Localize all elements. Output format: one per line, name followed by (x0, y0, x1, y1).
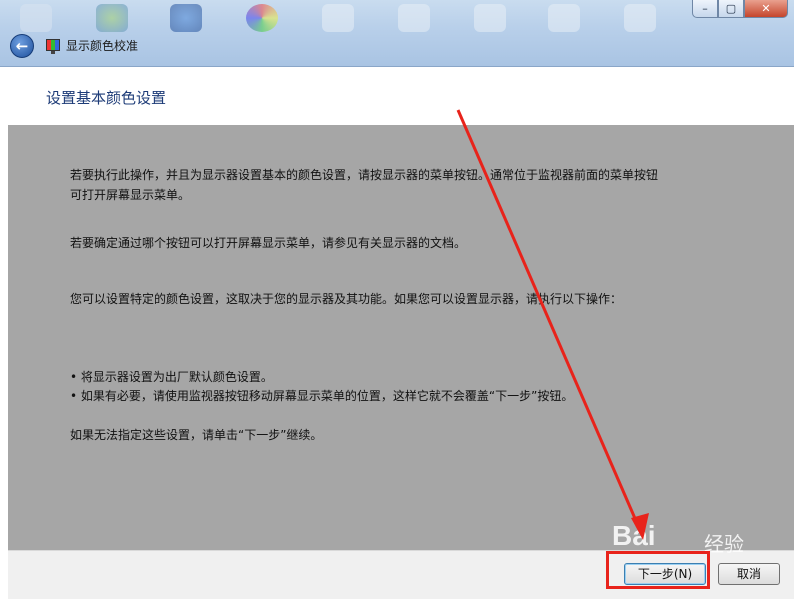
bullet-item: • 如果有必要，请使用监视器按钮移动屏幕显示菜单的位置，这样它就不会覆盖“下一步… (70, 389, 574, 403)
instruction-text: 如果无法指定这些设置，请单击“下一步”继续。 (70, 428, 323, 442)
monitor-icon (46, 39, 60, 54)
instruction-text: 可打开屏幕显示菜单。 (70, 188, 191, 202)
page-header: 设置基本颜色设置 (8, 67, 794, 125)
desktop-icon (96, 4, 128, 32)
bullet-item: • 将显示器设置为出厂默认颜色设置。 (70, 370, 273, 384)
desktop-icon (20, 4, 52, 32)
maximize-button[interactable]: ▢ (718, 0, 744, 18)
instruction-text: 若要确定通过哪个按钮可以打开屏幕显示菜单，请参见有关显示器的文档。 (70, 236, 467, 250)
back-arrow-icon[interactable]: ← (10, 34, 34, 58)
close-button[interactable]: ✕ (744, 0, 788, 18)
desktop-icon (624, 4, 656, 32)
desktop-icon (398, 4, 430, 32)
minimize-button[interactable]: – (692, 0, 718, 18)
desktop-icon (170, 4, 202, 32)
watermark-logo: Bai (612, 520, 656, 551)
page-title: 设置基本颜色设置 (46, 89, 167, 107)
instruction-text: 您可以设置特定的颜色设置，这取决于您的显示器及其功能。如果您可以设置显示器，请执… (70, 292, 623, 306)
desktop-icon (548, 4, 580, 32)
desktop-icon (246, 4, 278, 32)
desktop-icons-background (0, 0, 690, 34)
instructions-panel: 若要执行此操作，并且为显示器设置基本的颜色设置，请按显示器的菜单按钮。通常位于监… (8, 125, 794, 550)
window-title: 显示颜色校准 (66, 39, 139, 53)
desktop-icon (474, 4, 506, 32)
cancel-button[interactable]: 取消 (718, 563, 780, 585)
desktop-icon (322, 4, 354, 32)
instruction-text: 若要执行此操作，并且为显示器设置基本的颜色设置，请按显示器的菜单按钮。通常位于监… (70, 168, 659, 182)
watermark-text: 经验 (704, 532, 744, 556)
window-chrome: – ▢ ✕ ← 显示颜色校准 (0, 0, 794, 67)
window-controls: – ▢ ✕ (692, 0, 788, 20)
highlight-box (606, 551, 710, 589)
